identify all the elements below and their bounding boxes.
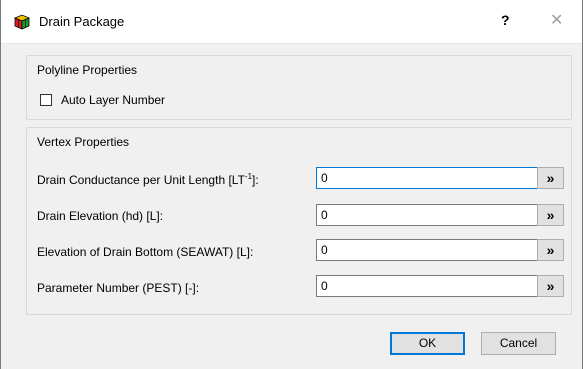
package-icon <box>13 14 31 30</box>
drain-conductance-input[interactable]: 0 <box>316 167 554 189</box>
window-title: Drain Package <box>39 14 125 29</box>
drain-conductance-label: Drain Conductance per Unit Length [LT-1]… <box>37 172 259 187</box>
drain-elevation-label: Drain Elevation (hd) [L]: <box>37 209 164 223</box>
parameter-number-value: 0 <box>321 279 328 293</box>
drain-conductance-expand-button[interactable]: » <box>537 167 564 189</box>
drain-bottom-elevation-label: Elevation of Drain Bottom (SEAWAT) [L]: <box>37 245 254 259</box>
parameter-number-input[interactable]: 0 ▲▼ <box>316 275 554 297</box>
drain-bottom-elevation-input[interactable]: 0 <box>316 239 554 261</box>
parameter-number-label: Parameter Number (PEST) [-]: <box>37 281 200 295</box>
title-bar: Drain Package ? ✕ <box>1 0 582 44</box>
vertex-properties-title: Vertex Properties <box>37 135 130 149</box>
polyline-properties-title: Polyline Properties <box>37 63 138 77</box>
vertex-properties-group: Vertex Properties Drain Conductance per … <box>26 127 572 315</box>
drain-elevation-expand-button[interactable]: » <box>537 204 564 226</box>
help-button[interactable]: ? <box>501 12 510 28</box>
polyline-properties-group: Polyline Properties Auto Layer Number <box>26 55 572 120</box>
cancel-button[interactable]: Cancel <box>481 332 556 355</box>
parameter-number-expand-button[interactable]: » <box>537 275 564 297</box>
drain-elevation-input[interactable]: 0 <box>316 204 554 226</box>
drain-bottom-elevation-expand-button[interactable]: » <box>537 239 564 261</box>
close-icon[interactable]: ✕ <box>550 10 563 30</box>
auto-layer-checkbox[interactable] <box>40 94 52 106</box>
drain-package-dialog: Drain Package ? ✕ Polyline Properties Au… <box>0 0 583 369</box>
auto-layer-label[interactable]: Auto Layer Number <box>61 93 165 107</box>
ok-button[interactable]: OK <box>390 332 465 355</box>
